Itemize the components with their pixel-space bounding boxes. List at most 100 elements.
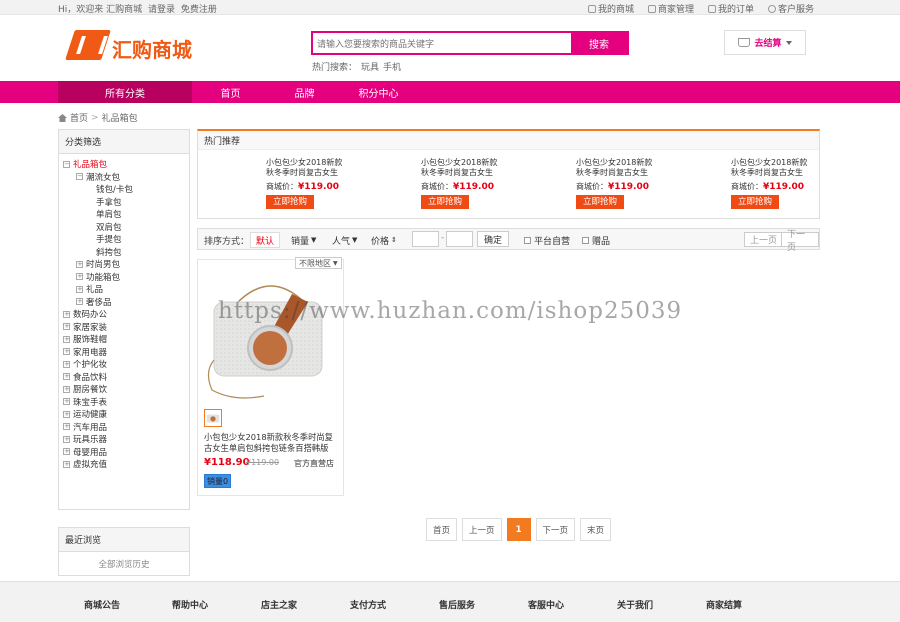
hot-item-name[interactable]: 秋冬季时尚复古女生: [266, 168, 348, 178]
buy-now-button[interactable]: 立即抢购: [266, 195, 315, 209]
sidebar-item[interactable]: 单肩包: [63, 208, 189, 221]
sidebar-item[interactable]: + 虚拟充值: [63, 458, 189, 471]
expand-icon[interactable]: +: [63, 448, 70, 456]
footer-column-title[interactable]: 店主之家: [261, 598, 297, 611]
sidebar-item[interactable]: − 礼品箱包: [63, 158, 189, 171]
footer-column-title[interactable]: 关于我们: [617, 598, 653, 611]
first-page-button[interactable]: 首页: [426, 518, 458, 541]
sidebar-item[interactable]: + 玩具乐器: [63, 433, 189, 446]
hot-item[interactable]: 小包包少女2018新款 秋冬季时尚复古女生 商城价：¥119.00 立即抢购: [266, 158, 348, 209]
expand-icon[interactable]: +: [63, 323, 70, 331]
gift-checkbox[interactable]: 赠品: [582, 234, 610, 247]
sidebar-item[interactable]: + 珠宝手表: [63, 396, 189, 409]
product-image[interactable]: [204, 272, 338, 406]
my-mall-link[interactable]: 我的商城: [587, 2, 634, 15]
expand-icon[interactable]: +: [63, 360, 70, 368]
expand-icon[interactable]: +: [76, 298, 83, 306]
product-thumbnail[interactable]: [204, 409, 222, 427]
sidebar-item[interactable]: + 服饰鞋帽: [63, 333, 189, 346]
register-link[interactable]: 免费注册: [181, 5, 217, 15]
current-page-button[interactable]: 1: [506, 518, 531, 541]
hot-item-name[interactable]: 秋冬季时尚复古女生: [731, 168, 813, 178]
hot-item-name[interactable]: 秋冬季时尚复古女生: [421, 168, 503, 178]
hot-term-link[interactable]: 玩具: [361, 63, 379, 73]
login-link[interactable]: 请登录: [148, 5, 175, 15]
hot-item-name[interactable]: 小包包少女2018新款: [576, 158, 658, 168]
hot-item[interactable]: 小包包少女2018新款 秋冬季时尚复古女生 商城价：¥119.00 立即抢购: [576, 158, 658, 209]
search-input[interactable]: [317, 36, 567, 51]
product-card[interactable]: 不限地区 ▼ 小包包少女2018新款秋冬季时尚复古女生单肩包斜挎包链条百搭韩版 ¥…: [197, 257, 344, 496]
sidebar-item[interactable]: + 食品饮料: [63, 371, 189, 384]
site-logo[interactable]: 汇购商城: [65, 30, 200, 62]
collapse-icon[interactable]: −: [76, 173, 83, 181]
hot-item-name[interactable]: 小包包少女2018新款: [266, 158, 348, 168]
expand-icon[interactable]: +: [63, 348, 70, 356]
sidebar-item[interactable]: + 母婴用品: [63, 446, 189, 459]
sidebar-item[interactable]: 手拿包: [63, 196, 189, 209]
next-page-button[interactable]: 下一页: [781, 230, 819, 253]
breadcrumb-home[interactable]: 首页: [70, 111, 88, 124]
region-select[interactable]: 不限地区 ▼: [295, 257, 342, 269]
buy-now-button[interactable]: 立即抢购: [731, 195, 780, 209]
nav-item-points[interactable]: 积分中心: [346, 85, 411, 100]
sidebar-item[interactable]: + 礼品: [63, 283, 189, 296]
sort-default[interactable]: 默认: [250, 232, 281, 248]
sort-popularity[interactable]: 人气 ▼: [326, 232, 363, 248]
expand-icon[interactable]: +: [76, 260, 83, 268]
search-button[interactable]: 搜索: [571, 33, 627, 53]
self-run-checkbox[interactable]: 平台自营: [524, 234, 570, 247]
product-title[interactable]: 小包包少女2018新款秋冬季时尚复古女生单肩包斜挎包链条百搭韩版: [204, 432, 340, 454]
hot-item-name[interactable]: 小包包少女2018新款: [731, 158, 813, 168]
sidebar-item[interactable]: 手提包: [63, 233, 189, 246]
footer-column-title[interactable]: 支付方式: [350, 598, 386, 611]
expand-icon[interactable]: +: [63, 385, 70, 393]
next-page-button[interactable]: 下一页: [535, 518, 576, 541]
sidebar-item[interactable]: + 运动健康: [63, 408, 189, 421]
all-history-link[interactable]: 全部浏览历史: [59, 558, 189, 570]
hot-item-name[interactable]: 小包包少女2018新款: [421, 158, 503, 168]
hot-item[interactable]: 小包包少女2018新款 秋冬季时尚复古女生 商城价：¥119.00 立即抢购: [421, 158, 503, 209]
expand-icon[interactable]: +: [63, 435, 70, 443]
sort-price[interactable]: 价格 ⇕: [365, 232, 403, 248]
nav-item-brand[interactable]: 品牌: [272, 85, 337, 100]
merchant-admin-link[interactable]: 商家管理: [647, 2, 694, 15]
product-shop[interactable]: 官方直营店: [294, 458, 334, 469]
hot-term-link[interactable]: 手机: [383, 63, 401, 73]
expand-icon[interactable]: +: [76, 273, 83, 281]
sidebar-item[interactable]: + 家用电器: [63, 346, 189, 359]
collapse-icon[interactable]: −: [63, 160, 70, 168]
prev-page-button[interactable]: 上一页: [744, 232, 784, 247]
sidebar-item[interactable]: + 功能箱包: [63, 271, 189, 284]
nav-item-home[interactable]: 首页: [198, 85, 263, 100]
expand-icon[interactable]: +: [63, 460, 70, 468]
sidebar-item[interactable]: + 厨房餐饮: [63, 383, 189, 396]
hot-item-name[interactable]: 秋冬季时尚复古女生: [576, 168, 658, 178]
sidebar-item[interactable]: + 数码办公: [63, 308, 189, 321]
hot-item[interactable]: 小包包少女2018新款 秋冬季时尚复古女生 商城价：¥119.00 立即抢购: [731, 158, 813, 209]
sidebar-item[interactable]: + 家居家装: [63, 321, 189, 334]
sidebar-item[interactable]: + 奢侈品: [63, 296, 189, 309]
footer-column-title[interactable]: 客服中心: [528, 598, 564, 611]
sidebar-item[interactable]: 钱包/卡包: [63, 183, 189, 196]
expand-icon[interactable]: +: [76, 285, 83, 293]
footer-column-title[interactable]: 帮助中心: [172, 598, 208, 611]
price-confirm-button[interactable]: 确定: [477, 231, 510, 247]
sidebar-item[interactable]: − 潮流女包: [63, 171, 189, 184]
buy-now-button[interactable]: 立即抢购: [421, 195, 470, 209]
sidebar-item[interactable]: + 时尚男包: [63, 258, 189, 271]
expand-icon[interactable]: +: [63, 423, 70, 431]
sidebar-item[interactable]: 双肩包: [63, 221, 189, 234]
sidebar-item[interactable]: 斜挎包: [63, 246, 189, 259]
cart-button[interactable]: 去结算: [724, 30, 806, 55]
expand-icon[interactable]: +: [63, 398, 70, 406]
expand-icon[interactable]: +: [63, 373, 70, 381]
expand-icon[interactable]: +: [63, 310, 70, 318]
last-page-button[interactable]: 末页: [580, 518, 612, 541]
footer-column-title[interactable]: 售后服务: [439, 598, 475, 611]
sidebar-item[interactable]: + 个护化妆: [63, 358, 189, 371]
footer-column-title[interactable]: 商家结算: [706, 598, 742, 611]
buy-now-button[interactable]: 立即抢购: [576, 195, 625, 209]
customer-service-link[interactable]: 客户服务: [767, 2, 814, 15]
price-min-input[interactable]: [412, 231, 439, 247]
prev-page-button[interactable]: 上一页: [462, 518, 502, 541]
